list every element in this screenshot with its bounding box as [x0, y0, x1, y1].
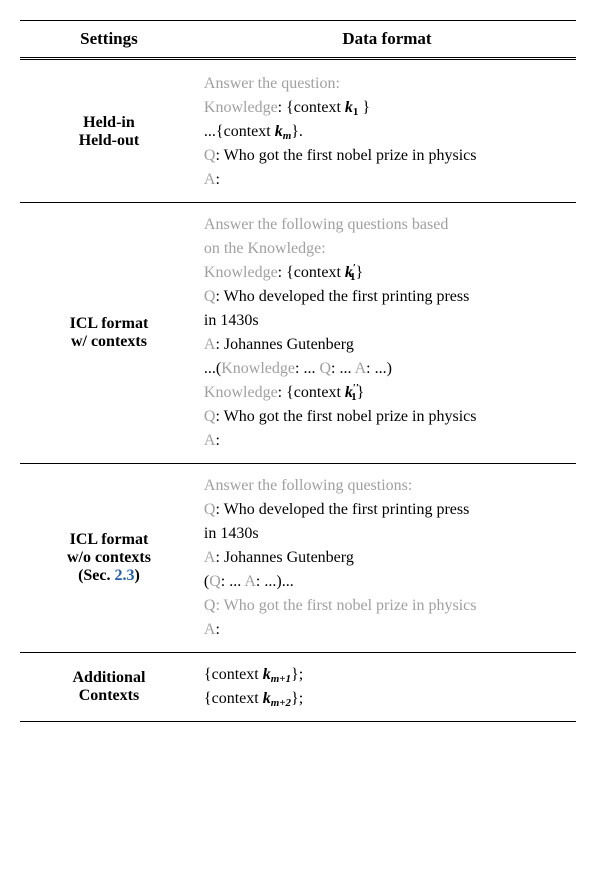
- setting-icl-without: ICL format w/o contexts (Sec. 2.3): [20, 464, 198, 653]
- table-row: ICL format w/o contexts (Sec. 2.3) Answe…: [20, 464, 576, 653]
- section-link[interactable]: 2.3: [115, 567, 135, 584]
- header-dataformat: Data format: [198, 21, 576, 59]
- table-row: ICL format w/ contexts Answer the follow…: [20, 203, 576, 464]
- knowledge-label: Knowledge: [204, 99, 278, 116]
- table-row: Held-in Held-out Answer the question: Kn…: [20, 62, 576, 203]
- table-row: Additional Contexts {context km+1}; {con…: [20, 653, 576, 722]
- format-icl-with: Answer the following questions based on …: [198, 203, 576, 464]
- a-label: A: [204, 171, 216, 188]
- setting-additional: Additional Contexts: [20, 653, 198, 722]
- format-icl-without: Answer the following questions: Q: Who d…: [198, 464, 576, 653]
- format-additional: {context km+1}; {context km+2};: [198, 653, 576, 722]
- header-row: Settings Data format: [20, 21, 576, 59]
- setting-icl-with: ICL format w/ contexts: [20, 203, 198, 464]
- header-settings: Settings: [20, 21, 198, 59]
- format-held: Answer the question: Knowledge: {context…: [198, 62, 576, 203]
- data-format-table: Settings Data format Held-in Held-out An…: [20, 20, 576, 722]
- q-label: Q: [204, 147, 216, 164]
- setting-held: Held-in Held-out: [20, 62, 198, 203]
- prompt-text: Answer the question:: [204, 75, 340, 92]
